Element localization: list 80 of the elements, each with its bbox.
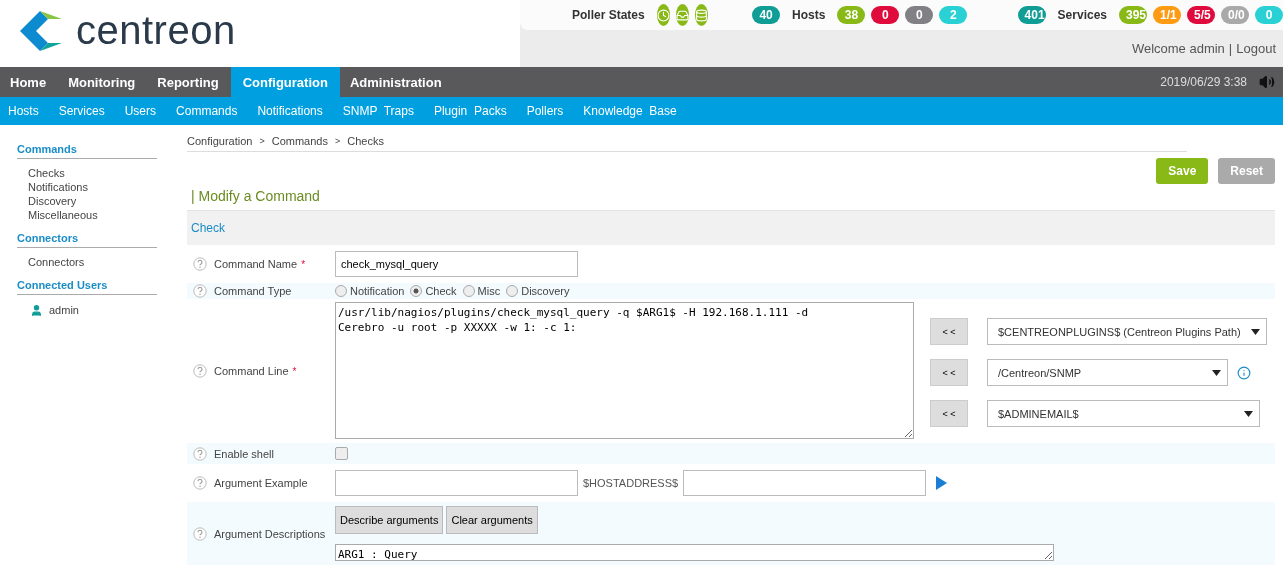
count-badge[interactable]: 0 xyxy=(871,6,900,24)
field-label: Argument Example xyxy=(214,477,308,489)
poller-states-label: Poller States xyxy=(572,8,645,22)
sidebar-link[interactable]: Connectors xyxy=(17,255,157,269)
field-label: Command Line xyxy=(214,365,289,377)
menu-tab[interactable]: Monitoring xyxy=(58,67,148,97)
radio-label: Discovery xyxy=(521,285,570,297)
status-label: Services xyxy=(1057,8,1107,22)
sidebar-heading: Connectors xyxy=(17,232,157,248)
argument-field[interactable] xyxy=(335,470,578,496)
breadcrumb-link[interactable]: Commands xyxy=(271,135,328,147)
required-mark: * xyxy=(301,258,306,270)
caret-icon xyxy=(1244,410,1253,417)
enable-shell-checkbox[interactable] xyxy=(335,447,348,460)
logo-text: centreon xyxy=(76,8,236,53)
help-icon[interactable] xyxy=(193,476,207,490)
radio-label: Notification xyxy=(350,285,405,297)
logo-icon xyxy=(18,8,64,53)
insert-button[interactable]: < < xyxy=(930,318,968,345)
argument-descriptions-field[interactable]: ARG1 : Query xyxy=(335,544,1054,561)
logout-link[interactable]: Logout xyxy=(1236,41,1276,56)
page-title: | Modify a Command xyxy=(191,188,321,204)
sidebar-link[interactable]: Notifications xyxy=(17,180,157,194)
welcome-text: Welcome admin xyxy=(1131,41,1225,56)
sidebar-link[interactable]: Checks xyxy=(17,166,157,180)
sidebar-heading: Commands xyxy=(17,143,157,159)
menu-tab[interactable]: Reporting xyxy=(147,67,231,97)
command-name-field[interactable]: check_mysql_query xyxy=(335,251,578,277)
macro-select[interactable]: /Centreon/SNMP xyxy=(987,359,1228,386)
insert-button[interactable]: < < xyxy=(930,359,968,386)
required-mark: * xyxy=(292,365,297,377)
menu-tab[interactable]: Home xyxy=(0,67,59,97)
help-icon[interactable] xyxy=(193,446,207,461)
info-icon[interactable] xyxy=(1237,365,1251,380)
menu-tab[interactable]: Administration xyxy=(339,67,454,97)
radio-button[interactable] xyxy=(506,285,519,297)
field-label: Command Name xyxy=(214,258,298,270)
radio-button[interactable] xyxy=(410,285,423,297)
radio-label: Misc xyxy=(477,285,501,297)
speaker-icon[interactable] xyxy=(1259,74,1275,90)
field-label: Command Type xyxy=(214,285,292,297)
breadcrumb-separator: > xyxy=(334,136,341,146)
clock-icon[interactable] xyxy=(656,4,670,26)
argument-button[interactable]: Clear arguments xyxy=(446,506,538,534)
help-icon[interactable] xyxy=(193,257,207,271)
user-link[interactable]: admin xyxy=(49,303,79,317)
argument-button[interactable]: Describe arguments xyxy=(335,506,444,534)
database-icon[interactable] xyxy=(694,4,708,26)
sidebar-link[interactable]: Miscellaneous xyxy=(17,208,157,222)
user-icon xyxy=(30,303,43,317)
help-icon[interactable] xyxy=(193,526,207,541)
status-label: Hosts xyxy=(792,8,826,22)
command-line-field[interactable]: /usr/lib/nagios/plugins/check_mysql_query -q $ARG1$ -H 192.168.1.111 -d Cerebro -u root -p XXXXX -w 1: -c 1: xyxy=(335,302,914,439)
caret-icon xyxy=(1251,328,1260,335)
radio-label: Check xyxy=(425,285,457,297)
sidebar-link[interactable]: Discovery xyxy=(17,194,157,208)
macro-label: $HOSTADDRESS$ xyxy=(583,477,679,489)
total-badge: 401 xyxy=(1017,6,1046,24)
radio-button[interactable] xyxy=(335,285,347,297)
argument-field[interactable] xyxy=(683,470,927,496)
sidebar-heading: Connected Users xyxy=(17,279,157,295)
insert-button[interactable]: < < xyxy=(930,400,968,427)
field-label: Enable shell xyxy=(214,447,274,460)
date-time: 2019/06/29 3:38 xyxy=(1160,75,1247,89)
count-badge[interactable]: 0 xyxy=(905,6,934,24)
count-badge[interactable]: 5/5 xyxy=(1187,6,1215,24)
separator: | xyxy=(1228,41,1233,56)
field-label: Argument Descriptions xyxy=(214,527,326,540)
inbox-icon[interactable] xyxy=(675,4,689,26)
play-icon[interactable] xyxy=(935,476,949,490)
macro-select[interactable]: $CENTREONPLUGINS$ (Centreon Plugins Path) xyxy=(987,318,1267,345)
help-icon[interactable] xyxy=(193,284,207,298)
radio-button[interactable] xyxy=(462,285,475,297)
breadcrumb-separator: > xyxy=(259,136,265,146)
macro-select[interactable]: $ADMINEMAIL$ xyxy=(987,400,1260,427)
breadcrumb-link[interactable]: Configuration xyxy=(187,135,253,147)
total-badge: 40 xyxy=(752,6,781,24)
caret-icon xyxy=(1212,369,1221,376)
breadcrumb-link[interactable]: Checks xyxy=(347,135,384,147)
help-icon[interactable] xyxy=(193,364,207,378)
